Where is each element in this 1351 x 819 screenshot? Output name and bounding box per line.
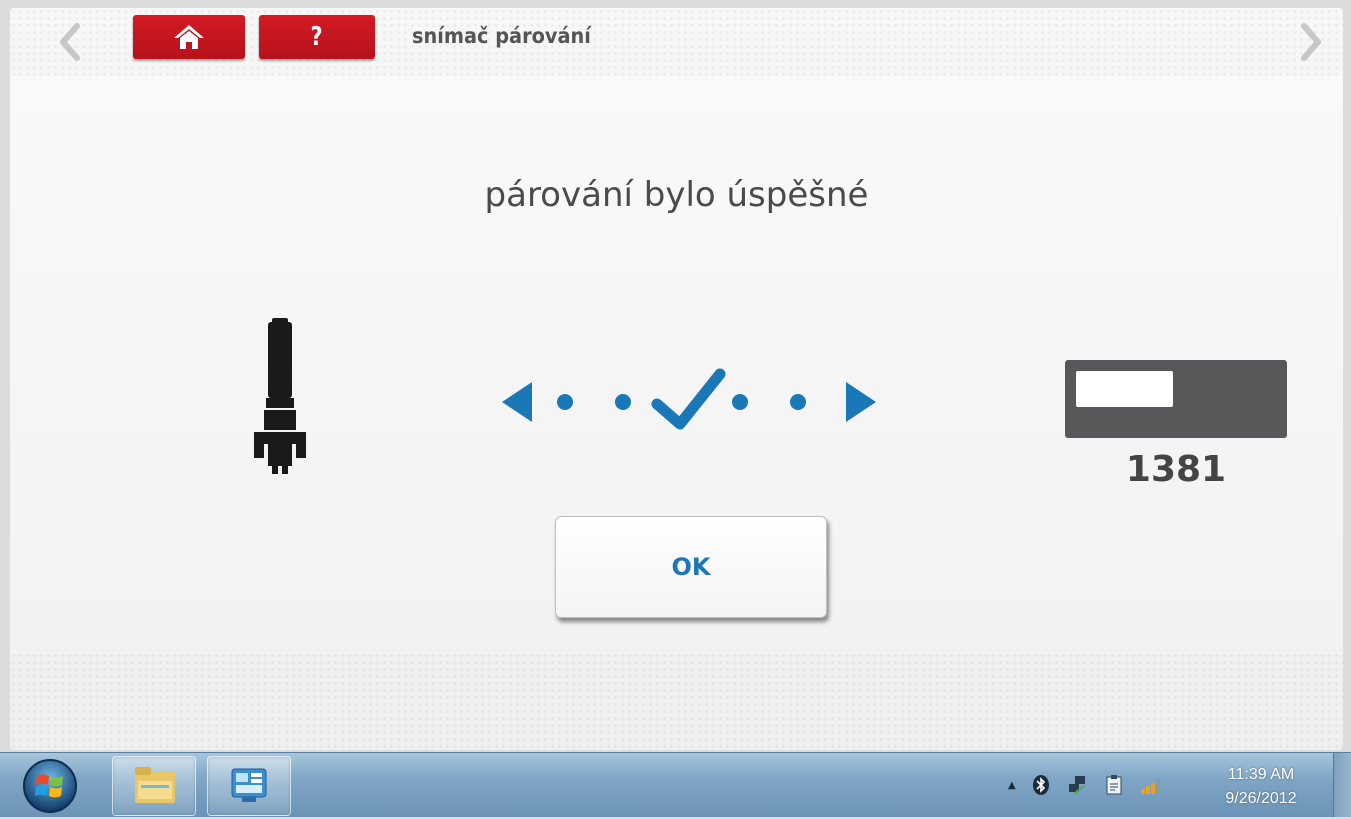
clock-time: 11:39 AM	[1227, 766, 1295, 783]
app-window: ? snímač párování párování bylo úspěšné …	[10, 8, 1343, 750]
help-button[interactable]: ?	[259, 15, 375, 59]
windows-start-icon[interactable]	[22, 758, 78, 814]
show-desktop-button[interactable]	[1333, 753, 1351, 817]
taskbar-clock[interactable]: 11:39 AM 9/26/2012	[1216, 763, 1306, 811]
forward-arrow-icon[interactable]	[1296, 22, 1326, 62]
system-tray: ▲	[1008, 753, 1164, 817]
network-device-icon[interactable]	[1066, 774, 1088, 796]
app-taskbar-button[interactable]	[207, 756, 291, 816]
back-arrow-icon[interactable]	[55, 22, 85, 62]
status-message: párování bylo úspěšné	[484, 175, 869, 215]
taskbar: ▲ 11:39 AM 9/26/2012	[0, 752, 1351, 817]
bluetooth-icon[interactable]	[1032, 774, 1050, 796]
home-button[interactable]	[133, 15, 245, 59]
clipboard-icon[interactable]	[1104, 774, 1124, 796]
vehicle-unit-icon	[1065, 360, 1287, 438]
file-explorer-taskbar-button[interactable]	[112, 756, 196, 816]
folder-icon	[135, 767, 175, 803]
signal-strength-icon[interactable]	[1140, 775, 1164, 795]
page-title: snímač párování	[412, 24, 591, 48]
vehicle-unit-number: 1381	[1125, 449, 1227, 490]
show-hidden-icons-button[interactable]: ▲	[1008, 780, 1016, 791]
card-slot	[1076, 371, 1173, 407]
ok-button[interactable]: OK	[555, 516, 827, 618]
motion-sensor-icon	[254, 318, 306, 474]
clock-date: 9/26/2012	[1225, 790, 1297, 807]
help-label: ?	[310, 22, 324, 52]
app-window-icon	[231, 768, 267, 802]
home-icon	[174, 25, 204, 49]
pairing-success-graphic	[502, 368, 876, 430]
